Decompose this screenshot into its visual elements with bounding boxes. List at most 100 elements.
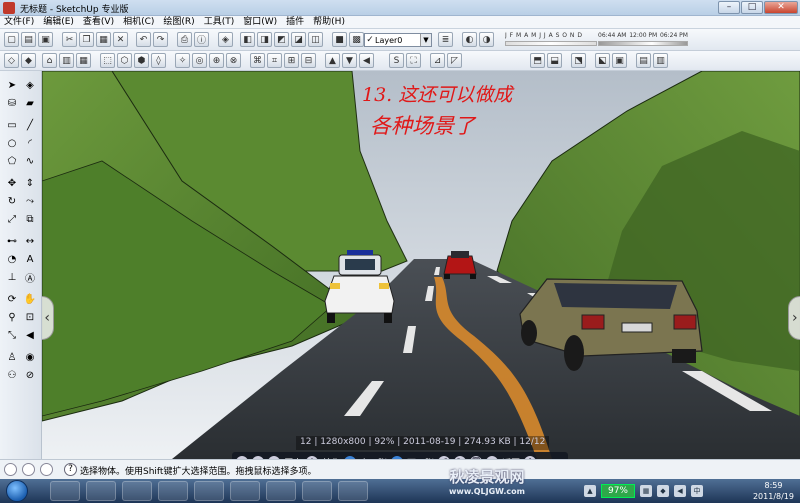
layer-dropdown[interactable]: ✓ Layer0 ▼ <box>364 33 432 47</box>
new-file-icon[interactable]: ▢ <box>4 32 19 47</box>
viewer-prev-arrow-icon[interactable]: ‹ <box>42 296 54 340</box>
input-method-icon[interactable]: 中 <box>691 485 703 497</box>
scale-icon[interactable]: ⤢ <box>4 211 20 227</box>
plugin-tool-4-icon[interactable]: ▥ <box>59 53 74 68</box>
plugin-tool-21-icon[interactable]: ⛶ <box>406 53 421 68</box>
shadow-date-track[interactable] <box>505 41 597 46</box>
shadow-time-track[interactable] <box>598 41 688 46</box>
taskbar-app-6[interactable] <box>230 481 260 501</box>
copy-icon[interactable]: ❐ <box>79 32 94 47</box>
menu-draw[interactable]: 绘图(R) <box>163 16 194 28</box>
look-around-icon[interactable]: ◉ <box>22 349 38 365</box>
plugin-tool-30-icon[interactable]: ▥ <box>653 53 668 68</box>
taskbar-app-3[interactable] <box>122 481 152 501</box>
eraser-icon[interactable]: ▰ <box>22 95 38 111</box>
paste-icon[interactable]: ▦ <box>96 32 111 47</box>
plugin-tool-22-icon[interactable]: ⊿ <box>430 53 445 68</box>
polygon-icon[interactable]: ⬠ <box>4 153 20 169</box>
line-icon[interactable]: ╱ <box>22 117 38 133</box>
shadow-settings-icon[interactable]: ◐ <box>462 32 477 47</box>
tray-app-icon[interactable]: ▲ <box>584 485 596 497</box>
plugin-tool-25-icon[interactable]: ⬓ <box>547 53 562 68</box>
menu-window[interactable]: 窗口(W) <box>243 16 277 28</box>
maximize-button[interactable]: □ <box>741 1 763 14</box>
model-info-icon[interactable]: ⓘ <box>194 32 209 47</box>
plugin-tool-28-icon[interactable]: ▣ <box>612 53 627 68</box>
taskbar-app-7[interactable] <box>266 481 296 501</box>
style-shaded-icon[interactable]: ■ <box>332 32 347 47</box>
plugin-tool-3-icon[interactable]: ⌂ <box>42 53 57 68</box>
model-viewport[interactable]: 13. 这还可以做成 各种场景了 ‹ › <box>42 71 800 459</box>
zoom-extents-icon[interactable]: ⤡ <box>4 327 20 343</box>
axes-icon[interactable]: ⊥ <box>4 269 20 285</box>
volume-icon[interactable]: ◀ <box>674 485 686 497</box>
left-view-icon[interactable]: ◫ <box>308 32 323 47</box>
plugin-tool-13-icon[interactable]: ⊗ <box>226 53 241 68</box>
save-icon[interactable]: ▣ <box>38 32 53 47</box>
battery-indicator[interactable]: 97% <box>601 484 635 498</box>
freehand-icon[interactable]: ∿ <box>22 153 38 169</box>
menu-help[interactable]: 帮助(H) <box>313 16 345 28</box>
system-clock[interactable]: 8:59 2011/8/19 <box>753 480 794 502</box>
menu-file[interactable]: 文件(F) <box>4 16 34 28</box>
menu-tools[interactable]: 工具(T) <box>204 16 235 28</box>
open-folder-icon[interactable]: ▤ <box>21 32 36 47</box>
cut-icon[interactable]: ✂ <box>62 32 77 47</box>
top-view-icon[interactable]: ◧ <box>240 32 255 47</box>
network-icon[interactable]: ▦ <box>640 485 652 497</box>
plugin-tool-6-icon[interactable]: ⬚ <box>100 53 115 68</box>
plugin-tool-26-icon[interactable]: ⬔ <box>571 53 586 68</box>
plugin-tool-9-icon[interactable]: ◊ <box>151 53 166 68</box>
taskbar-app-2[interactable] <box>86 481 116 501</box>
section-plane-icon[interactable]: ⊘ <box>22 367 38 383</box>
taskbar-app-4[interactable] <box>158 481 188 501</box>
plugin-tool-18-icon[interactable]: ▲ <box>325 53 340 68</box>
front-view-icon[interactable]: ◨ <box>257 32 272 47</box>
menu-view[interactable]: 查看(V) <box>83 16 114 28</box>
plugin-tool-14-icon[interactable]: ⌘ <box>250 53 265 68</box>
menu-edit[interactable]: 编辑(E) <box>43 16 74 28</box>
close-button[interactable]: ✕ <box>764 1 798 14</box>
plugin-tool-15-icon[interactable]: ⌗ <box>267 53 282 68</box>
follow-me-icon[interactable]: ⤳ <box>22 193 38 209</box>
push-pull-icon[interactable]: ⇕ <box>22 175 38 191</box>
protractor-icon[interactable]: ◔ <box>4 251 20 267</box>
start-button[interactable] <box>6 480 28 502</box>
plugin-tool-23-icon[interactable]: ◸ <box>447 53 462 68</box>
shadow-time-slider[interactable]: 06:44 AM 12:00 PM 06:24 PM <box>598 32 688 47</box>
plugin-tool-12-icon[interactable]: ⊕ <box>209 53 224 68</box>
plugin-tool-7-icon[interactable]: ⬡ <box>117 53 132 68</box>
right-view-icon[interactable]: ◩ <box>274 32 289 47</box>
plugin-su-icon[interactable]: S <box>389 53 404 68</box>
plugin-tool-20-icon[interactable]: ◀ <box>359 53 374 68</box>
redo-icon[interactable]: ↷ <box>153 32 168 47</box>
circle-icon[interactable]: ○ <box>4 135 20 151</box>
pan-hand-icon[interactable]: ✋ <box>22 291 38 307</box>
taskbar-app-9[interactable] <box>338 481 368 501</box>
iso-view-icon[interactable]: ◈ <box>218 32 233 47</box>
previous-view-icon[interactable]: ◀ <box>22 327 38 343</box>
move-icon[interactable]: ✥ <box>4 175 20 191</box>
paint-bucket-icon[interactable]: ⛁ <box>4 95 20 111</box>
plugin-tool-2-icon[interactable]: ◆ <box>21 53 36 68</box>
orbit-icon[interactable]: ⟳ <box>4 291 20 307</box>
taskbar-app-8[interactable] <box>302 481 332 501</box>
shield-icon[interactable]: ◆ <box>657 485 669 497</box>
menu-plugins[interactable]: 插件 <box>286 16 304 28</box>
minimize-button[interactable]: – <box>718 1 740 14</box>
rotate-icon[interactable]: ↻ <box>4 193 20 209</box>
taskbar-app-1[interactable] <box>50 481 80 501</box>
zoom-icon[interactable]: ⚲ <box>4 309 20 325</box>
plugin-tool-17-icon[interactable]: ⊟ <box>301 53 316 68</box>
undo-icon[interactable]: ↶ <box>136 32 151 47</box>
zoom-window-icon[interactable]: ⊡ <box>22 309 38 325</box>
georeference-icon[interactable] <box>4 463 17 476</box>
credits-icon[interactable] <box>22 463 35 476</box>
viewer-next-arrow-icon[interactable]: › <box>788 296 800 340</box>
tape-measure-icon[interactable]: ⊷ <box>4 233 20 249</box>
plugin-tool-19-icon[interactable]: ▼ <box>342 53 357 68</box>
plugin-tool-27-icon[interactable]: ⬕ <box>595 53 610 68</box>
shadow-date-slider[interactable]: J F M A M J J A S O N D <box>505 32 597 47</box>
erase-icon[interactable]: ✕ <box>113 32 128 47</box>
walk-icon[interactable]: ⚇ <box>4 367 20 383</box>
